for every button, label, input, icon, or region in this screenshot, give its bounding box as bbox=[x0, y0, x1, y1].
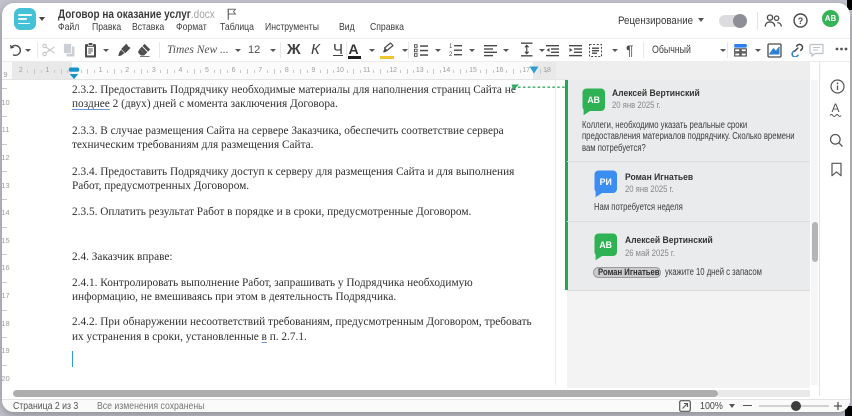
svg-text:АВ: АВ bbox=[599, 240, 612, 250]
svg-text:АВ: АВ bbox=[587, 95, 600, 105]
svg-text:А: А bbox=[831, 101, 839, 115]
svg-text:РИ: РИ bbox=[600, 177, 612, 187]
svg-text:?: ? bbox=[798, 16, 804, 26]
svg-text:1: 1 bbox=[449, 44, 453, 50]
svg-text:2: 2 bbox=[449, 52, 453, 57]
